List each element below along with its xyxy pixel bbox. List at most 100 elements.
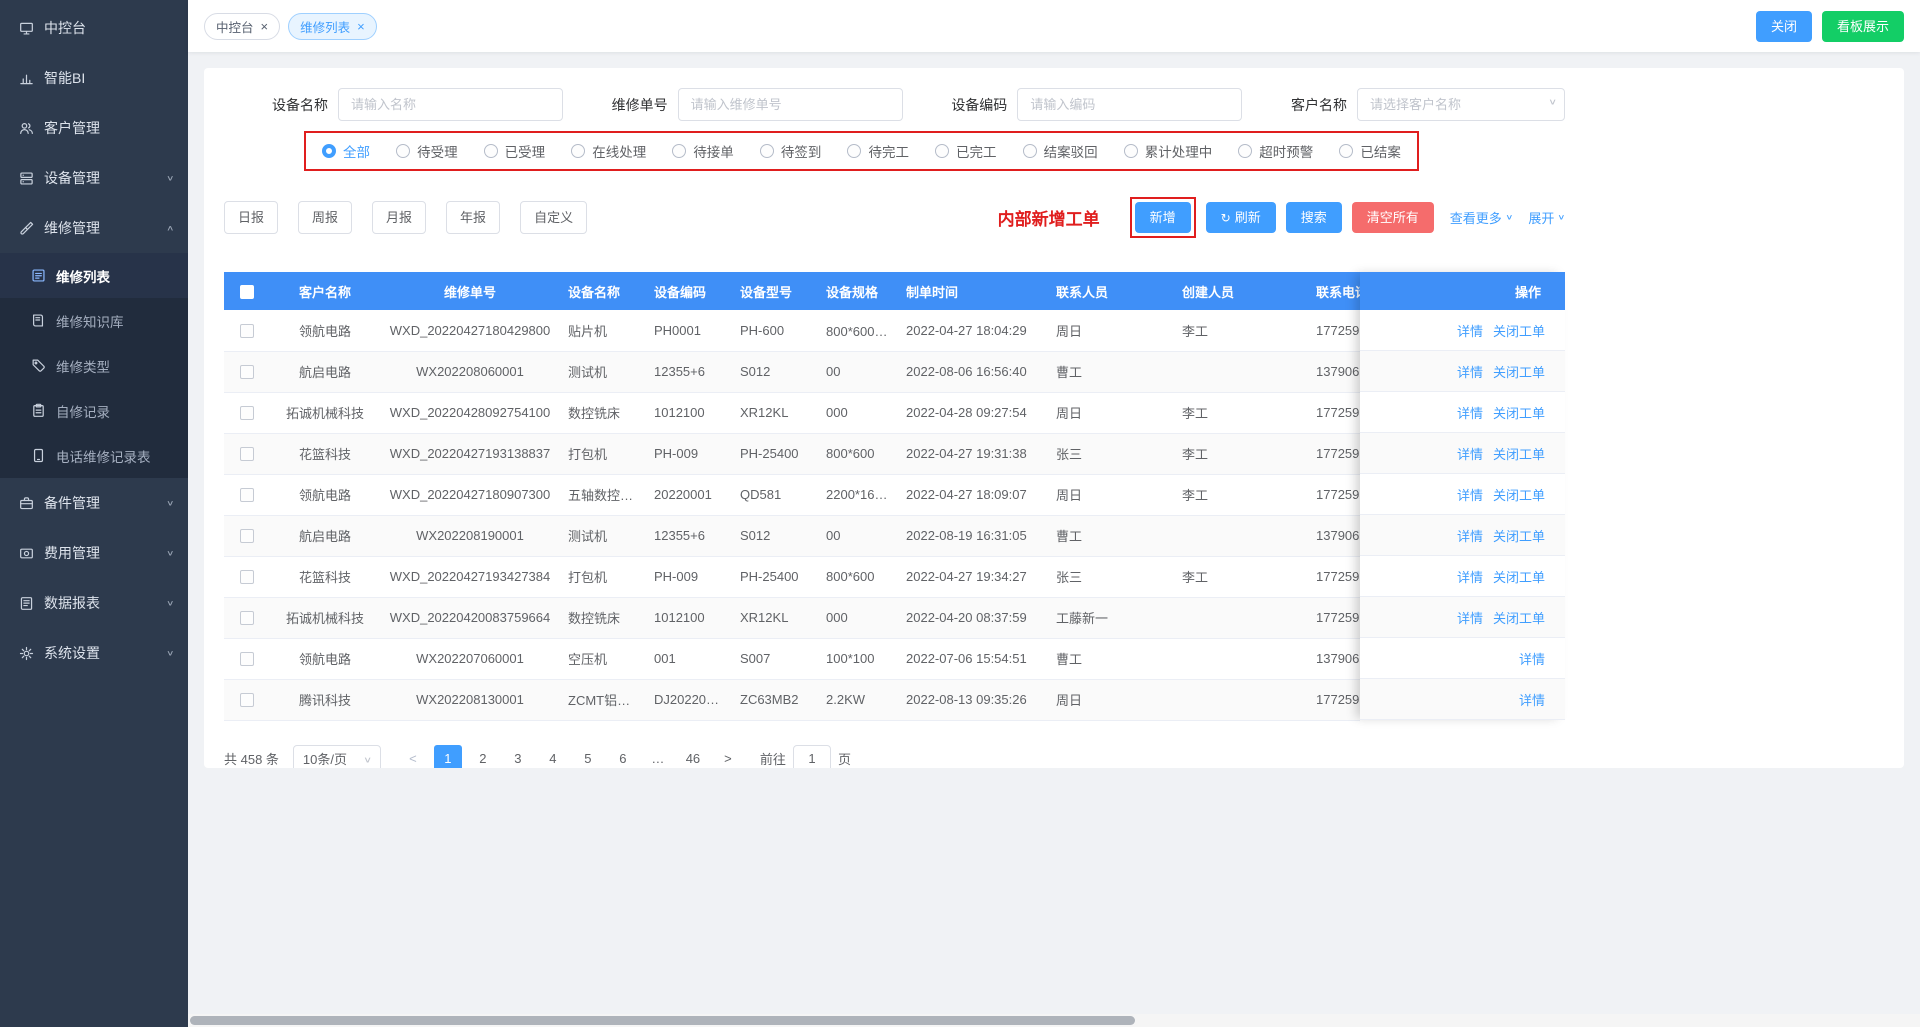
add-button[interactable]: 新增 xyxy=(1135,202,1191,233)
sidebar-item-repair-mgmt[interactable]: 维修管理∧ xyxy=(0,203,188,253)
sidebar-item-repair-list[interactable]: 维修列表 xyxy=(0,253,188,298)
customer-name-select[interactable]: ∨ xyxy=(1357,88,1565,121)
row-checkbox[interactable] xyxy=(240,324,254,338)
sidebar-item-spare-parts-mgmt[interactable]: 备件管理∨ xyxy=(0,478,188,528)
status-radio[interactable]: 已完工 xyxy=(935,141,997,161)
search-button[interactable]: 搜索 xyxy=(1286,202,1342,233)
customer-name-input[interactable] xyxy=(1357,88,1565,121)
detail-link[interactable]: 详情 xyxy=(1457,567,1483,586)
status-radio-label: 超时预警 xyxy=(1259,141,1313,161)
select-all-checkbox[interactable] xyxy=(240,285,254,299)
row-checkbox[interactable] xyxy=(240,652,254,666)
detail-link[interactable]: 详情 xyxy=(1457,608,1483,627)
detail-link[interactable]: 详情 xyxy=(1519,649,1545,668)
sidebar-item-phone-repair-record[interactable]: 电话维修记录表 xyxy=(0,433,188,478)
table-cell: 测试机 xyxy=(560,351,646,392)
detail-link[interactable]: 详情 xyxy=(1519,690,1545,709)
table-cell: 800*600小… xyxy=(818,310,898,351)
device-name-input[interactable] xyxy=(338,88,563,121)
close-order-link[interactable]: 关闭工单 xyxy=(1493,608,1545,627)
server-icon xyxy=(19,171,34,186)
close-order-link[interactable]: 关闭工单 xyxy=(1493,526,1545,545)
close-order-link[interactable]: 关闭工单 xyxy=(1493,485,1545,504)
goto-page-input[interactable] xyxy=(793,745,831,769)
status-radio[interactable]: 待接单 xyxy=(672,141,734,161)
table-cell: 花篮科技 xyxy=(270,556,380,597)
report-button[interactable]: 周报 xyxy=(298,201,352,234)
status-radio[interactable]: 累计处理中 xyxy=(1124,141,1213,161)
page-button[interactable]: 3 xyxy=(504,745,532,769)
detail-link[interactable]: 详情 xyxy=(1457,321,1483,340)
row-checkbox[interactable] xyxy=(240,693,254,707)
page-button[interactable]: 46 xyxy=(679,745,707,769)
sidebar-item-console[interactable]: 中控台 xyxy=(0,3,188,53)
sidebar-item-expense-mgmt[interactable]: 费用管理∨ xyxy=(0,528,188,578)
status-radio[interactable]: 已结案 xyxy=(1339,141,1401,161)
clear-all-button[interactable]: 清空所有 xyxy=(1352,202,1434,233)
refresh-button[interactable]: ↻刷新 xyxy=(1206,202,1276,233)
tab-console[interactable]: 中控台× xyxy=(204,13,280,40)
status-radio[interactable]: 已受理 xyxy=(484,141,546,161)
report-button[interactable]: 年报 xyxy=(446,201,500,234)
sidebar-item-smart-bi[interactable]: 智能BI xyxy=(0,53,188,103)
close-order-link[interactable]: 关闭工单 xyxy=(1493,444,1545,463)
status-radio[interactable]: 超时预警 xyxy=(1238,141,1313,161)
detail-link[interactable]: 详情 xyxy=(1457,485,1483,504)
device-code-input[interactable] xyxy=(1017,88,1242,121)
table-cell: PH-600 xyxy=(732,310,818,351)
status-radio[interactable]: 结案驳回 xyxy=(1023,141,1098,161)
expand-link[interactable]: 展开∨ xyxy=(1528,208,1565,227)
row-checkbox[interactable] xyxy=(240,611,254,625)
status-radio[interactable]: 在线处理 xyxy=(571,141,646,161)
table-cell-select xyxy=(224,433,270,474)
report-button[interactable]: 自定义 xyxy=(520,201,587,234)
page-button[interactable]: 4 xyxy=(539,745,567,769)
sidebar-item-label: 费用管理 xyxy=(44,543,167,563)
close-tab-icon[interactable]: × xyxy=(261,20,269,33)
row-checkbox[interactable] xyxy=(240,365,254,379)
page-button[interactable]: 1 xyxy=(434,745,462,769)
page-size-select[interactable]: 10条/页 ∨ xyxy=(293,745,381,769)
detail-link[interactable]: 详情 xyxy=(1457,362,1483,381)
tab-repair-list[interactable]: 维修列表× xyxy=(288,13,377,40)
page-ellipsis: … xyxy=(644,745,672,769)
prev-page-button[interactable]: < xyxy=(399,745,427,769)
detail-link[interactable]: 详情 xyxy=(1457,444,1483,463)
view-more-link[interactable]: 查看更多∨ xyxy=(1450,208,1513,227)
close-tab-icon[interactable]: × xyxy=(357,20,365,33)
page-button[interactable]: 6 xyxy=(609,745,637,769)
row-checkbox[interactable] xyxy=(240,406,254,420)
sidebar-item-repair-type[interactable]: 维修类型 xyxy=(0,343,188,388)
table-cell: 177259 xyxy=(1308,679,1360,720)
row-checkbox[interactable] xyxy=(240,570,254,584)
page-button[interactable]: 5 xyxy=(574,745,602,769)
sidebar-item-self-repair-record[interactable]: 自修记录 xyxy=(0,388,188,433)
report-button[interactable]: 日报 xyxy=(224,201,278,234)
page-button[interactable]: 2 xyxy=(469,745,497,769)
next-page-button[interactable]: > xyxy=(714,745,742,769)
row-checkbox[interactable] xyxy=(240,529,254,543)
close-order-link[interactable]: 关闭工单 xyxy=(1493,321,1545,340)
sidebar-item-repair-knowledge[interactable]: 维修知识库 xyxy=(0,298,188,343)
status-radio[interactable]: 全部 xyxy=(322,141,370,161)
detail-link[interactable]: 详情 xyxy=(1457,526,1483,545)
sidebar-item-device-mgmt[interactable]: 设备管理∨ xyxy=(0,153,188,203)
row-checkbox[interactable] xyxy=(240,488,254,502)
report-button[interactable]: 月报 xyxy=(372,201,426,234)
close-order-link[interactable]: 关闭工单 xyxy=(1493,567,1545,586)
detail-link[interactable]: 详情 xyxy=(1457,403,1483,422)
status-radio[interactable]: 待受理 xyxy=(396,141,458,161)
row-checkbox[interactable] xyxy=(240,447,254,461)
board-display-button[interactable]: 看板展示 xyxy=(1822,11,1904,42)
sidebar-item-customer-mgmt[interactable]: 客户管理 xyxy=(0,103,188,153)
repair-order-no-input[interactable] xyxy=(678,88,903,121)
close-order-link[interactable]: 关闭工单 xyxy=(1493,362,1545,381)
sidebar-item-data-report[interactable]: 数据报表∨ xyxy=(0,578,188,628)
table-scroll[interactable]: 客户名称维修单号设备名称设备编码设备型号设备规格制单时间联系人员创建人员联系电话… xyxy=(224,272,1360,721)
status-radio[interactable]: 待签到 xyxy=(760,141,822,161)
status-radio[interactable]: 待完工 xyxy=(847,141,909,161)
horizontal-scrollbar-thumb[interactable] xyxy=(190,1016,1135,1025)
sidebar-item-system-settings[interactable]: 系统设置∨ xyxy=(0,628,188,678)
close-button[interactable]: 关闭 xyxy=(1756,11,1812,42)
close-order-link[interactable]: 关闭工单 xyxy=(1493,403,1545,422)
